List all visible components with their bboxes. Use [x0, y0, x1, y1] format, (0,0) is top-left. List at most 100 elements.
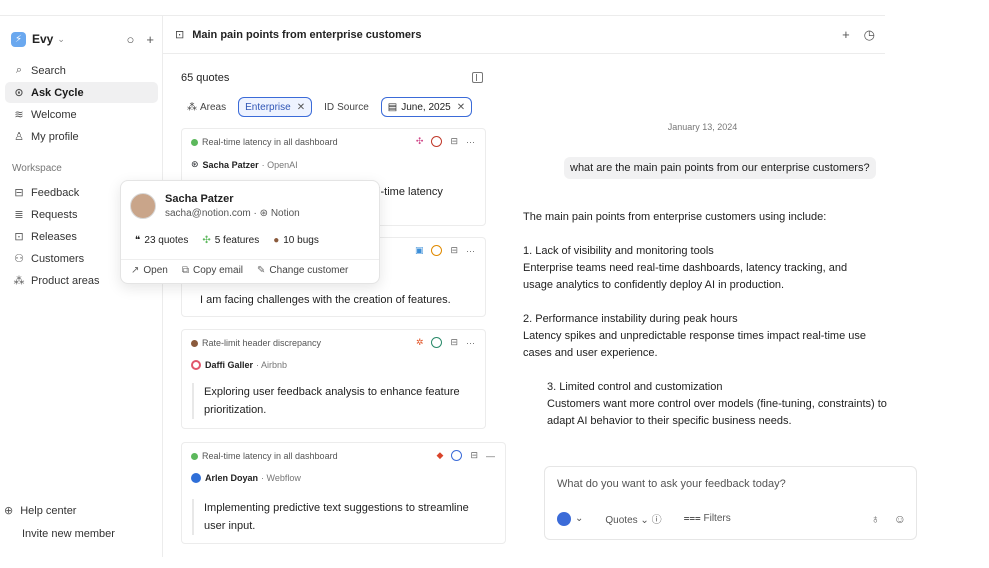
chevron-down-icon[interactable]: ⌄: [575, 513, 583, 524]
sidebar-item-welcome[interactable]: ≋ Welcome: [5, 104, 158, 125]
assignee-avatar[interactable]: [451, 450, 463, 461]
lock-icon: ⊡: [175, 29, 185, 41]
help-center-link[interactable]: ⊕ Help center: [4, 504, 77, 518]
answer-point-title: 2. Performance instability during peak h…: [523, 313, 738, 325]
sidebar-item-label: Welcome: [31, 108, 77, 121]
author-company: · Airbnb: [256, 360, 288, 370]
assignee-avatar[interactable]: [431, 245, 443, 256]
sidebar-item-label: Customers: [31, 252, 85, 265]
workspace-logo: ⚡: [11, 31, 26, 47]
customer-popover: Sacha Patzer sacha@notion.com · ⊛ Notion…: [120, 180, 380, 284]
copy-email-button[interactable]: ⧉ Copy email: [182, 265, 243, 276]
inbox-icon[interactable]: ⊟: [450, 245, 458, 256]
inbox-icon[interactable]: ⊟: [450, 136, 458, 147]
filter-enterprise[interactable]: Enterprise ✕: [238, 97, 313, 117]
divider: [121, 259, 379, 260]
help-center-label: Help center: [20, 504, 77, 517]
quote-text: I am facing challenges with the creation…: [200, 294, 451, 306]
chat-composer[interactable]: What do you want to ask your feedback to…: [544, 466, 917, 540]
inbox-icon[interactable]: ⊟: [470, 450, 478, 461]
emoji-icon[interactable]: ☺: [894, 512, 906, 526]
filter-areas[interactable]: ⁂ Areas: [181, 97, 232, 117]
author-company: · Webflow: [261, 473, 301, 483]
stat-quotes[interactable]: ❝ 23 quotes: [135, 235, 188, 246]
notifications-icon[interactable]: ○: [127, 32, 135, 47]
answer-point-line: usage analytics to confidently deploy AI…: [523, 279, 785, 291]
quote-author[interactable]: ⊛ Sacha Patzer · OpenAI: [191, 159, 298, 170]
quote-tag[interactable]: Rate-limit header discrepancy: [191, 338, 321, 348]
slack-icon: ✣: [415, 136, 424, 146]
notion-icon: ⊛: [259, 208, 271, 219]
filter-label: Enterprise: [245, 101, 291, 113]
stack-icon: ≣: [14, 209, 24, 221]
invite-member-link[interactable]: Invite new member: [22, 528, 115, 540]
answer-point: 3. Limited control and customization Cus…: [547, 379, 919, 430]
answer-point-line: cases and user experience.: [523, 347, 658, 359]
help-icon: ⊕: [4, 505, 14, 517]
panel-toggle-icon[interactable]: [472, 72, 483, 83]
model-icon[interactable]: [557, 511, 571, 526]
assignee-avatar[interactable]: [431, 337, 443, 348]
close-icon[interactable]: ✕: [457, 102, 465, 113]
answer-point-line: adapt AI behavior to their specific busi…: [547, 415, 792, 427]
search-icon: ⌕: [15, 64, 23, 76]
sidebar-item-label: My profile: [31, 130, 79, 143]
airbnb-icon: [191, 360, 201, 370]
workspace-name[interactable]: Evy: [32, 32, 53, 46]
quote-card[interactable]: Rate-limit header discrepancy ✲ ⊟ ··· Da…: [181, 329, 486, 429]
quote-author[interactable]: Arlen Doyan · Webflow: [191, 473, 301, 483]
add-icon[interactable]: +: [842, 27, 850, 43]
copy-icon: ⧉: [181, 265, 189, 276]
change-customer-button[interactable]: ✎ Change customer: [257, 265, 348, 276]
answer-point: 1. Lack of visibility and monitoring too…: [523, 243, 847, 294]
feature-icon: [191, 452, 198, 460]
add-icon[interactable]: +: [146, 32, 154, 47]
avatar: [130, 193, 156, 219]
inbox-icon[interactable]: ⊟: [450, 337, 458, 348]
assignee-avatar[interactable]: [431, 136, 443, 147]
quote-text: Implementing predictive text suggestions…: [192, 499, 492, 535]
sidebar-item-my-profile[interactable]: ♙ My profile: [5, 126, 158, 147]
source-icon: ◆: [436, 450, 444, 460]
mic-icon[interactable]: ♁: [871, 512, 880, 526]
open-button[interactable]: ↗ Open: [131, 265, 168, 276]
answer-intro: The main pain points from enterprise cus…: [523, 211, 827, 223]
source-icon: ID: [324, 101, 335, 113]
composer-input[interactable]: What do you want to ask your feedback to…: [557, 478, 786, 490]
quote-author[interactable]: Daffi Galler · Airbnb: [191, 360, 287, 370]
author-name: Daffi Galler: [205, 360, 254, 370]
filter-date[interactable]: ▤ June, 2025 ✕: [380, 97, 473, 117]
quotes-count: 65 quotes: [181, 72, 230, 84]
composer-toolbar: ⌄ Quotes ⌄ ⓘ ⩶ Filters ♁ ☺: [557, 511, 906, 526]
edit-icon: ✎: [257, 265, 266, 276]
quote-card[interactable]: Real-time latency in all dashboard ◆ ⊟ —…: [181, 442, 506, 544]
filters-button[interactable]: ⩶ Filters: [684, 513, 731, 524]
feature-icon: [191, 138, 198, 146]
workspace-header: ⚡ Evy ⌄ ○ +: [11, 30, 154, 48]
sidebar: ⚡ Evy ⌄ ○ + ⌕ Search ⊙ Ask Cycle ≋ Welco…: [0, 16, 162, 556]
quote-tag-label: Rate-limit header discrepancy: [202, 338, 322, 348]
more-icon[interactable]: ···: [466, 246, 475, 256]
more-icon[interactable]: ···: [466, 338, 475, 348]
chevron-down-icon[interactable]: ⌄: [57, 34, 65, 45]
user-message: what are the main pain points from our e…: [564, 157, 876, 179]
stat-features[interactable]: ✣ 5 features: [202, 235, 259, 246]
quote-tag[interactable]: Real-time latency in all dashboard: [191, 451, 338, 461]
quotes-selector[interactable]: Quotes ⌄ ⓘ: [605, 511, 661, 526]
areas-icon: ⁂: [187, 101, 197, 113]
history-icon[interactable]: ◷: [864, 27, 875, 43]
more-icon[interactable]: ···: [466, 137, 475, 147]
sidebar-item-ask-cycle[interactable]: ⊙ Ask Cycle: [5, 82, 158, 103]
page-header: ⊡ Main pain points from enterprise custo…: [163, 16, 885, 54]
bug-icon: ●: [273, 235, 280, 246]
sidebar-item-search[interactable]: ⌕ Search: [5, 60, 158, 81]
feature-icon: ✣: [202, 235, 211, 246]
more-icon[interactable]: —: [486, 451, 495, 461]
quote-icon: ❝: [135, 235, 141, 246]
quote-tag[interactable]: Real-time latency in all dashboard: [191, 137, 338, 147]
popover-actions: ↗ Open ⧉ Copy email ✎ Change customer: [131, 265, 348, 276]
user-icon: ♙: [14, 131, 24, 143]
close-icon[interactable]: ✕: [297, 102, 305, 113]
filter-source[interactable]: ID Source: [318, 97, 375, 117]
stat-bugs[interactable]: ● 10 bugs: [273, 235, 319, 246]
